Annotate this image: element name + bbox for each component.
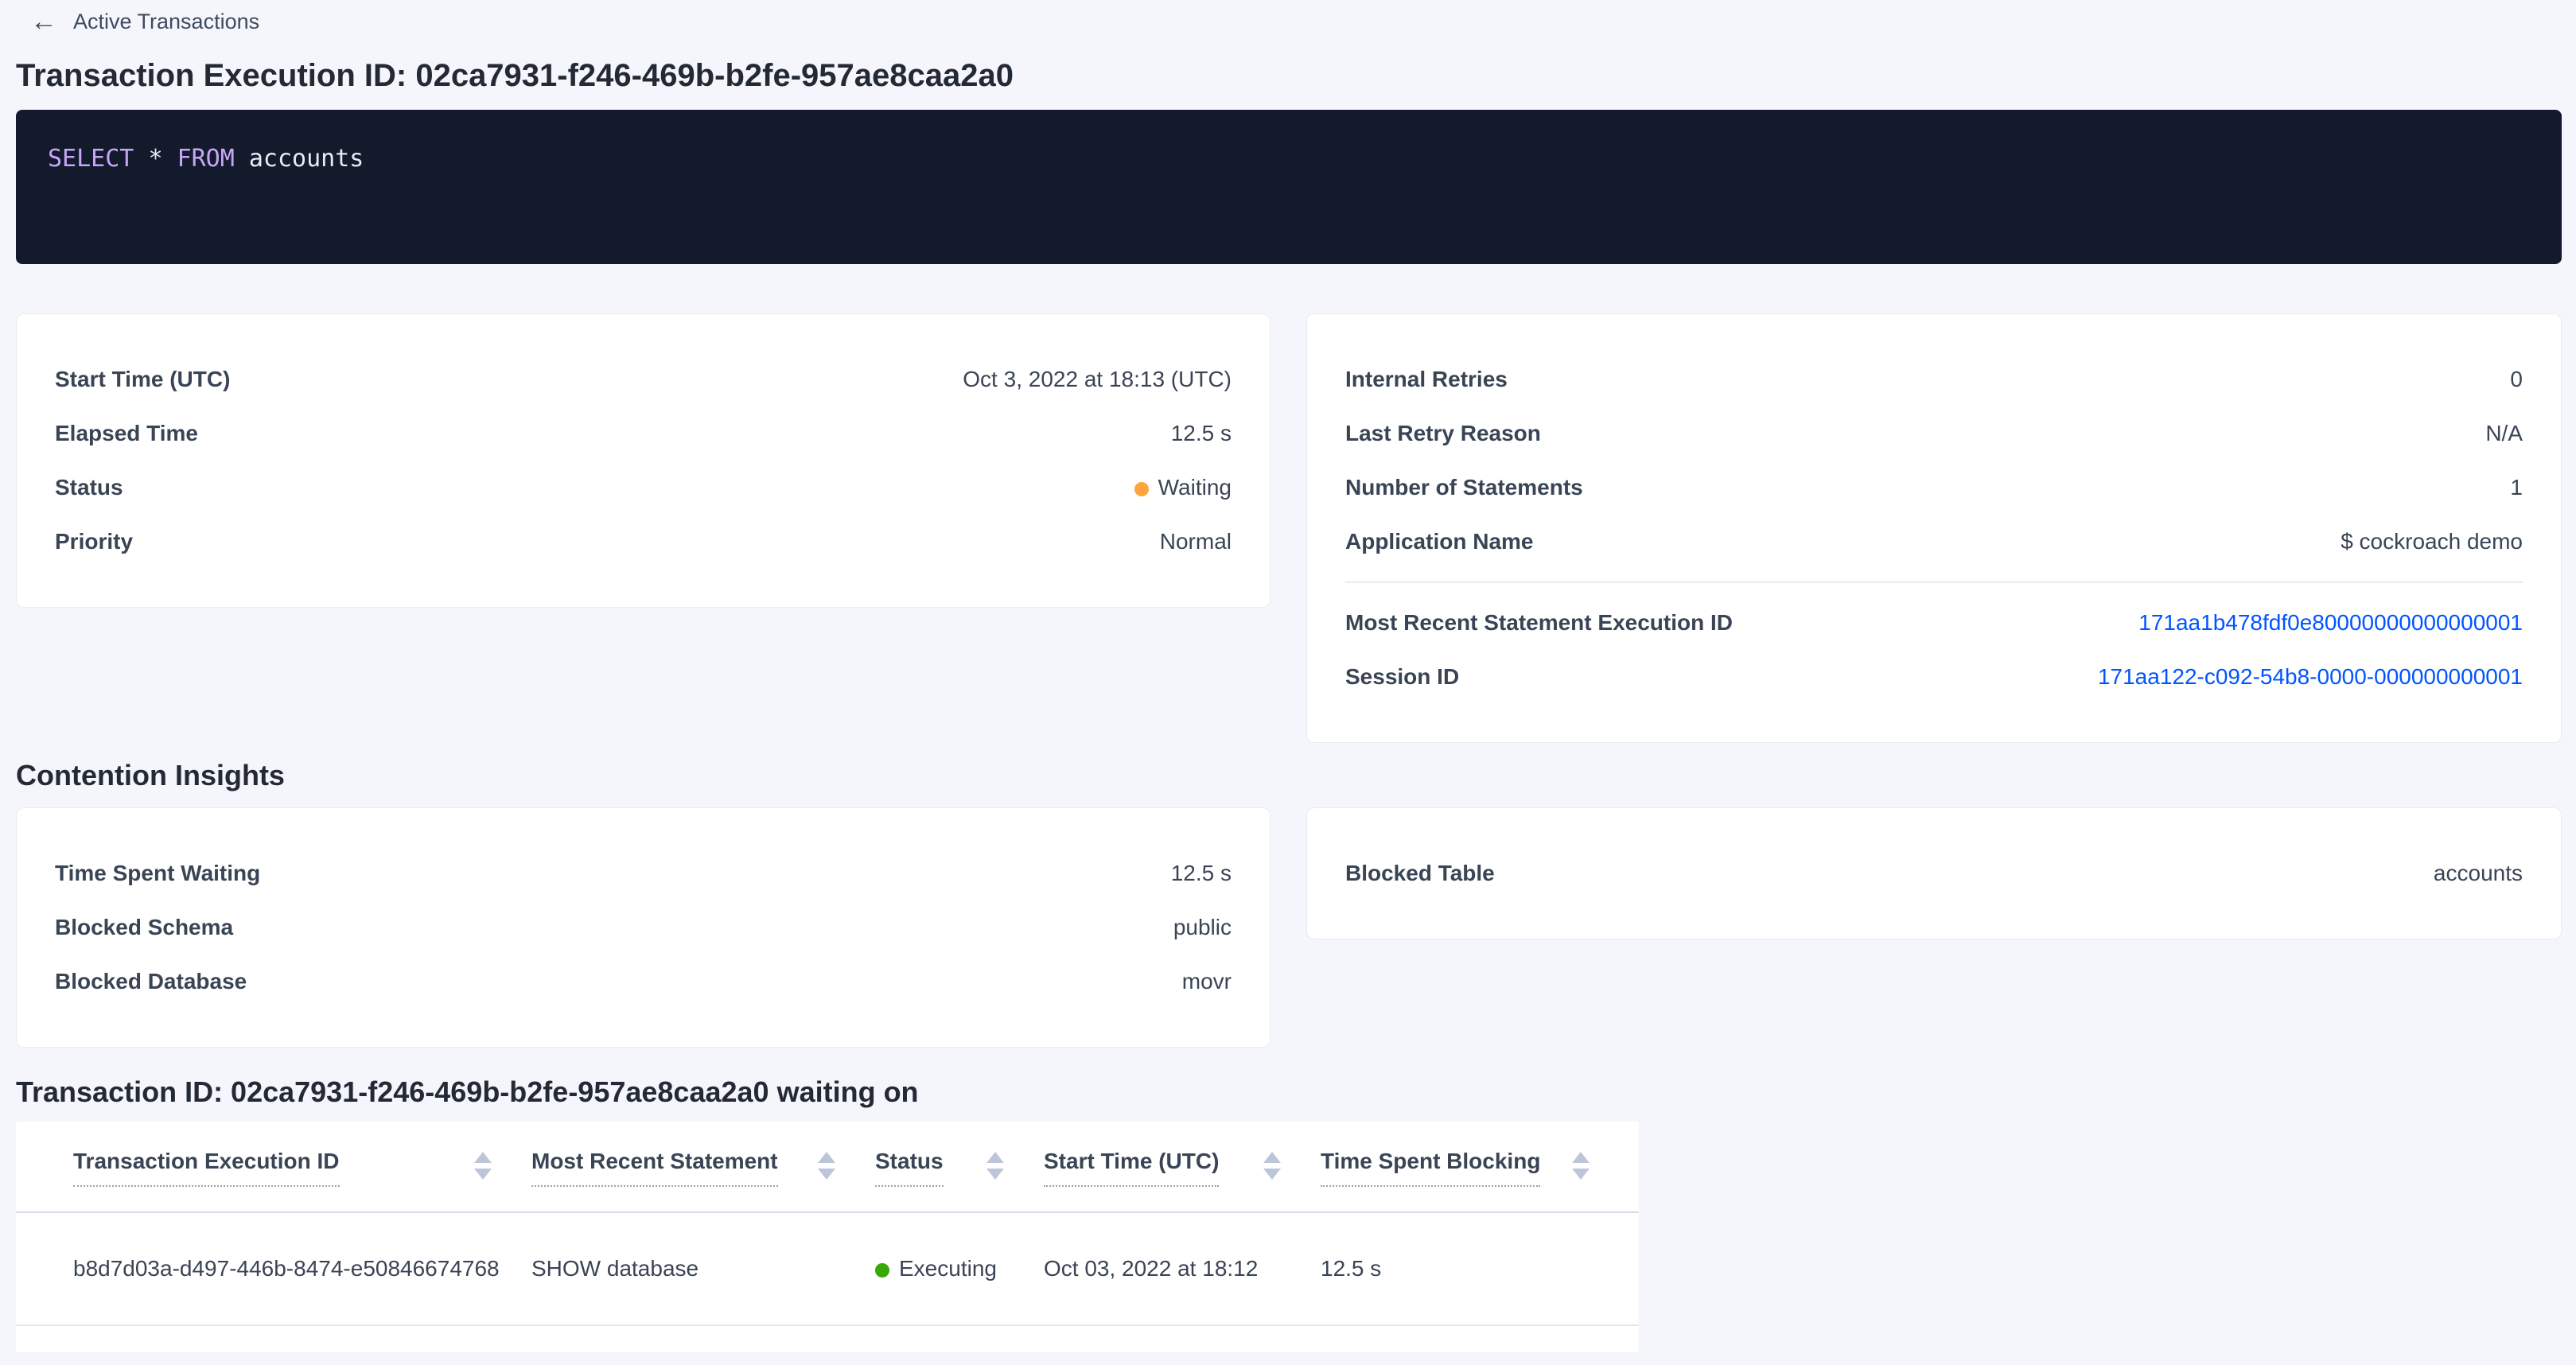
sql-star: *: [148, 145, 162, 173]
cell-status-text: Executing: [899, 1256, 997, 1281]
elapsed-time-row: Elapsed Time 12.5 s: [55, 406, 1232, 461]
breadcrumb-back-link[interactable]: ← Active Transactions: [16, 6, 259, 37]
sql-keyword-from: FROM: [177, 145, 235, 173]
breadcrumb-label: Active Transactions: [73, 10, 259, 34]
blocked-table-value: accounts: [2434, 861, 2523, 886]
blocked-schema-value: public: [1173, 915, 1232, 940]
statement-execution-id-row: Most Recent Statement Execution ID 171aa…: [1345, 596, 2523, 650]
statement-execution-id-link[interactable]: 171aa1b478fdf0e80000000000000001: [2138, 610, 2523, 636]
last-retry-reason-row: Last Retry Reason N/A: [1345, 406, 2523, 461]
transaction-overview-card: Start Time (UTC) Oct 3, 2022 at 18:13 (U…: [16, 313, 1270, 608]
contention-cards-row: Time Spent Waiting 12.5 s Blocked Schema…: [16, 807, 2562, 1048]
last-retry-reason-value: N/A: [2485, 421, 2523, 446]
number-of-statements-row: Number of Statements 1: [1345, 461, 2523, 515]
back-arrow-icon: ←: [30, 8, 57, 35]
start-time-value: Oct 3, 2022 at 18:13 (UTC): [963, 367, 1232, 392]
start-time-label: Start Time (UTC): [55, 367, 230, 392]
cell-transaction-execution-id: b8d7d03a-d497-446b-8474-e50846674768: [73, 1256, 531, 1281]
session-id-label: Session ID: [1345, 664, 1459, 690]
column-header-label[interactable]: Most Recent Statement: [531, 1149, 778, 1187]
executing-status-dot-icon: [875, 1263, 889, 1278]
application-name-row: Application Name $ cockroach demo: [1345, 515, 2523, 569]
application-name-value: $ cockroach demo: [2341, 529, 2523, 554]
column-header-label[interactable]: Transaction Execution ID: [73, 1149, 340, 1187]
sql-keyword-select: SELECT: [48, 145, 134, 173]
time-spent-waiting-row: Time Spent Waiting 12.5 s: [55, 846, 1232, 900]
cell-time-spent-blocking: 12.5 s: [1321, 1256, 1629, 1281]
time-spent-waiting-value: 12.5 s: [1171, 861, 1232, 886]
sql-table-name: accounts: [249, 145, 364, 173]
blocked-database-value: movr: [1182, 969, 1232, 994]
status-text: Waiting: [1158, 475, 1232, 500]
number-of-statements-label: Number of Statements: [1345, 475, 1583, 500]
internal-retries-row: Internal Retries 0: [1345, 352, 2523, 406]
cell-start-time: Oct 03, 2022 at 18:12: [1044, 1256, 1321, 1281]
priority-row: Priority Normal: [55, 515, 1232, 569]
start-time-row: Start Time (UTC) Oct 3, 2022 at 18:13 (U…: [55, 352, 1232, 406]
status-label: Status: [55, 475, 123, 500]
last-retry-reason-label: Last Retry Reason: [1345, 421, 1541, 446]
cell-status: Executing: [875, 1256, 1044, 1281]
column-header-time-spent-blocking[interactable]: Time Spent Blocking: [1321, 1149, 1629, 1187]
sort-icon[interactable]: [818, 1152, 835, 1180]
cell-most-recent-statement: SHOW database: [531, 1256, 875, 1281]
application-name-label: Application Name: [1345, 529, 1533, 554]
table-header-row: Transaction Execution ID Most Recent Sta…: [16, 1122, 1639, 1213]
sort-icon[interactable]: [1263, 1152, 1281, 1180]
card-divider: [1345, 581, 2523, 583]
statement-execution-id-label: Most Recent Statement Execution ID: [1345, 610, 1733, 636]
elapsed-time-label: Elapsed Time: [55, 421, 198, 446]
waiting-on-table: Transaction Execution ID Most Recent Sta…: [16, 1122, 1639, 1352]
elapsed-time-value: 12.5 s: [1171, 421, 1232, 446]
status-row: Status Waiting: [55, 461, 1232, 515]
session-id-link[interactable]: 171aa122-c092-54b8-0000-000000000001: [2098, 664, 2523, 690]
blocked-table-row: Blocked Table accounts: [1345, 846, 2523, 900]
priority-value: Normal: [1160, 529, 1232, 554]
column-header-status[interactable]: Status: [875, 1149, 1044, 1187]
table-footer-space: [16, 1326, 1639, 1352]
column-header-label[interactable]: Start Time (UTC): [1044, 1149, 1219, 1187]
number-of-statements-value: 1: [2510, 475, 2523, 500]
column-header-transaction-execution-id[interactable]: Transaction Execution ID: [73, 1149, 531, 1187]
blocked-table-card: Blocked Table accounts: [1306, 807, 2562, 939]
contention-waiting-card: Time Spent Waiting 12.5 s Blocked Schema…: [16, 807, 1270, 1048]
waiting-on-heading: Transaction ID: 02ca7931-f246-469b-b2fe-…: [16, 1075, 2562, 1110]
column-header-most-recent-statement[interactable]: Most Recent Statement: [531, 1149, 875, 1187]
page-title: Transaction Execution ID: 02ca7931-f246-…: [16, 57, 2562, 94]
waiting-status-dot-icon: [1134, 482, 1149, 496]
internal-retries-value: 0: [2510, 367, 2523, 392]
blocked-database-label: Blocked Database: [55, 969, 247, 994]
column-header-label[interactable]: Time Spent Blocking: [1321, 1149, 1540, 1187]
column-header-label[interactable]: Status: [875, 1149, 944, 1187]
time-spent-waiting-label: Time Spent Waiting: [55, 861, 260, 886]
session-id-row: Session ID 171aa122-c092-54b8-0000-00000…: [1345, 650, 2523, 704]
priority-label: Priority: [55, 529, 133, 554]
column-header-start-time[interactable]: Start Time (UTC): [1044, 1149, 1321, 1187]
summary-cards-row: Start Time (UTC) Oct 3, 2022 at 18:13 (U…: [16, 313, 2562, 743]
sql-statement-box: SELECT * FROM accounts: [16, 110, 2562, 264]
blocked-schema-label: Blocked Schema: [55, 915, 233, 940]
blocked-table-label: Blocked Table: [1345, 861, 1495, 886]
sort-icon[interactable]: [986, 1152, 1004, 1180]
sort-icon[interactable]: [474, 1152, 492, 1180]
transaction-details-page: ← Active Transactions Transaction Execut…: [0, 0, 2576, 1352]
statement-details-card: Internal Retries 0 Last Retry Reason N/A…: [1306, 313, 2562, 743]
table-row: b8d7d03a-d497-446b-8474-e50846674768 SHO…: [16, 1213, 1639, 1326]
status-value: Waiting: [1134, 475, 1232, 500]
blocked-database-row: Blocked Database movr: [55, 955, 1232, 1009]
sort-icon[interactable]: [1572, 1152, 1590, 1180]
internal-retries-label: Internal Retries: [1345, 367, 1508, 392]
blocked-schema-row: Blocked Schema public: [55, 900, 1232, 955]
contention-insights-heading: Contention Insights: [16, 758, 2562, 793]
